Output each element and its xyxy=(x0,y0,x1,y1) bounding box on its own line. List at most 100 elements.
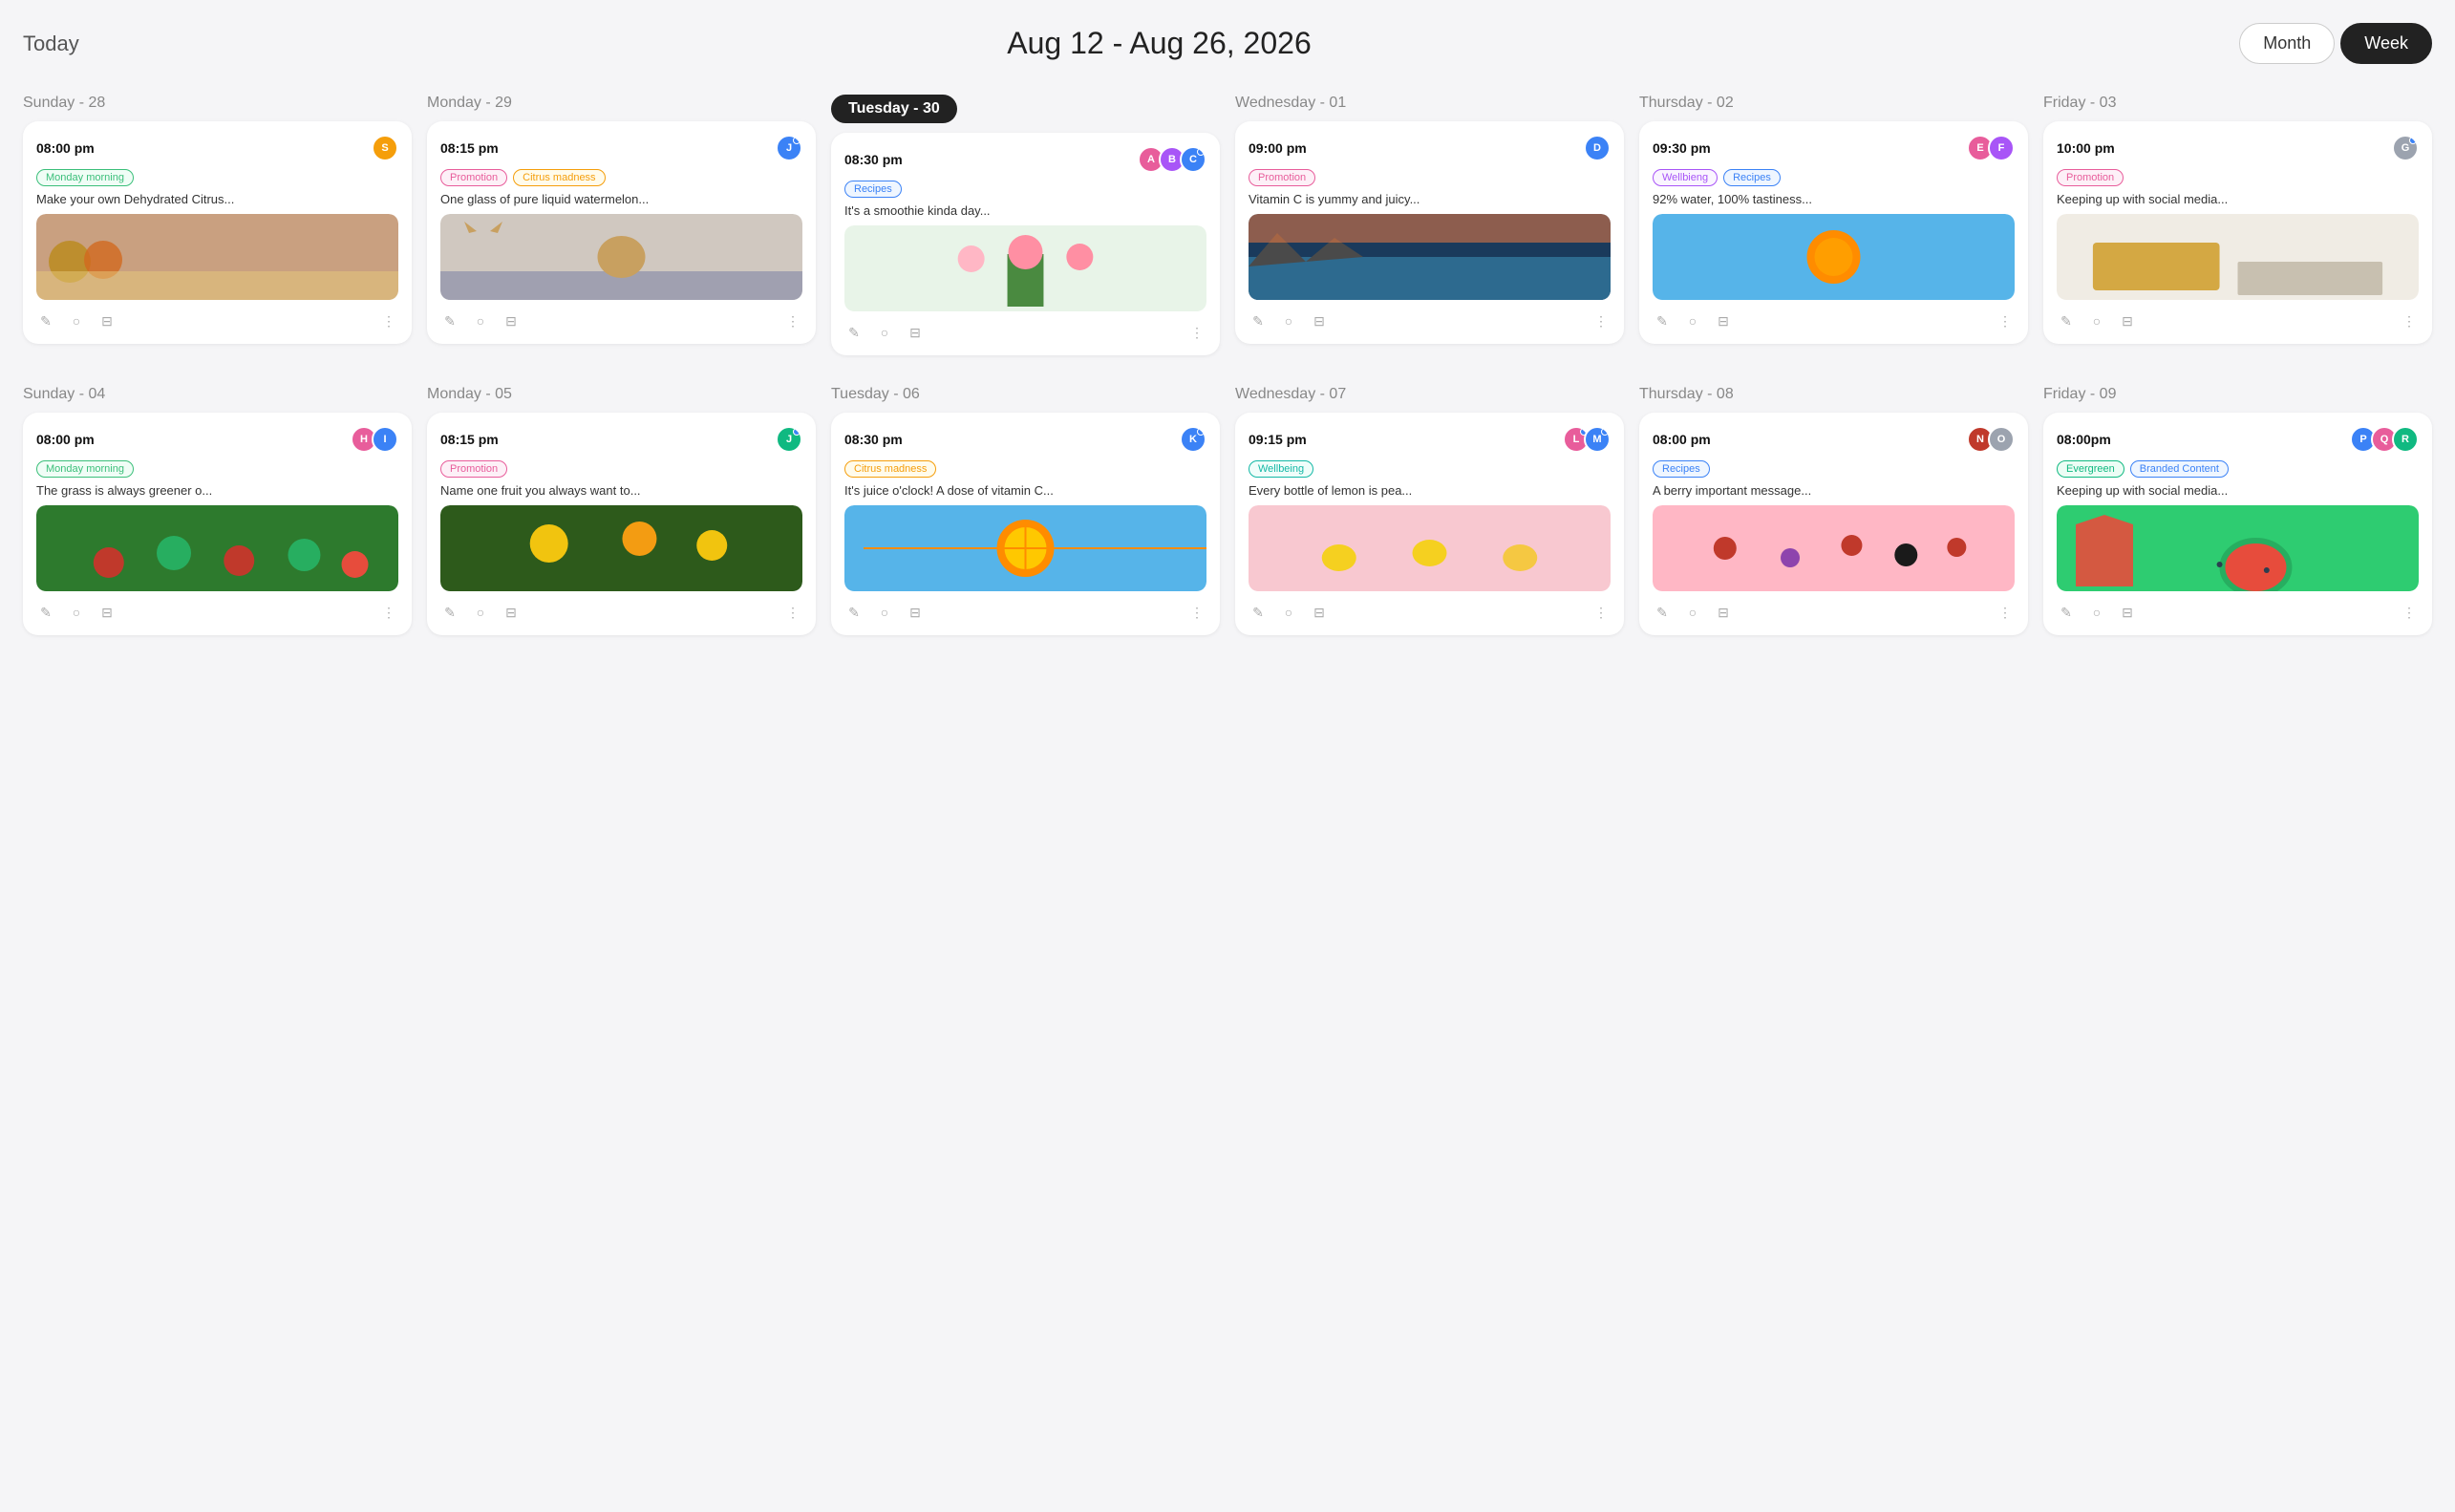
tag: Branded Content xyxy=(2130,460,2229,478)
card-0-3[interactable]: 09:00 pmDPromotionVitamin C is yummy and… xyxy=(1235,121,1624,344)
avatars-1-5: PQR xyxy=(2350,426,2419,453)
edit-icon[interactable]: ✎ xyxy=(36,603,55,622)
card-1-3[interactable]: 09:15 pmLMWellbeingEvery bottle of lemon… xyxy=(1235,413,1624,635)
edit-icon[interactable]: ✎ xyxy=(1653,603,1672,622)
tag: Promotion xyxy=(2057,169,2124,186)
edit-icon[interactable]: ✎ xyxy=(844,323,864,342)
comment-icon[interactable]: ○ xyxy=(1279,603,1298,622)
tag: Evergreen xyxy=(2057,460,2124,478)
today-button[interactable]: Today xyxy=(23,32,79,56)
card-time-0-2: 08:30 pm xyxy=(844,152,903,167)
card-1-4[interactable]: 08:00 pmNORecipesA berry important messa… xyxy=(1639,413,2028,635)
tags-1-2: Citrus madness xyxy=(844,460,1206,478)
tags-0-4: WellbiengRecipes xyxy=(1653,169,2015,186)
delete-icon[interactable]: ⊟ xyxy=(2118,311,2137,330)
avatar: C xyxy=(1180,146,1206,173)
delete-icon[interactable]: ⊟ xyxy=(1310,311,1329,330)
more-icon[interactable]: ⋮ xyxy=(1187,323,1206,342)
more-icon[interactable]: ⋮ xyxy=(379,603,398,622)
month-view-button[interactable]: Month xyxy=(2239,23,2335,64)
more-icon[interactable]: ⋮ xyxy=(2400,603,2419,622)
comment-icon[interactable]: ○ xyxy=(2087,311,2106,330)
card-img-1-5 xyxy=(2057,505,2419,591)
more-icon[interactable]: ⋮ xyxy=(2400,311,2419,330)
more-icon[interactable]: ⋮ xyxy=(1996,311,2015,330)
comment-icon[interactable]: ○ xyxy=(875,323,894,342)
comment-icon[interactable]: ○ xyxy=(67,311,86,330)
card-time-0-5: 10:00 pm xyxy=(2057,140,2115,156)
day-label-1-0: Sunday - 04 xyxy=(23,386,412,403)
edit-icon[interactable]: ✎ xyxy=(1249,311,1268,330)
card-img-0-5 xyxy=(2057,214,2419,300)
avatar: R xyxy=(2392,426,2419,453)
delete-icon[interactable]: ⊟ xyxy=(1310,603,1329,622)
more-icon[interactable]: ⋮ xyxy=(1591,603,1611,622)
delete-icon[interactable]: ⊟ xyxy=(1714,603,1733,622)
comment-icon[interactable]: ○ xyxy=(471,311,490,330)
card-0-2[interactable]: 08:30 pmABCRecipesIt's a smoothie kinda … xyxy=(831,133,1220,355)
card-0-4[interactable]: 09:30 pmEFWellbiengRecipes92% water, 100… xyxy=(1639,121,2028,344)
comment-icon[interactable]: ○ xyxy=(2087,603,2106,622)
comment-icon[interactable]: ○ xyxy=(1279,311,1298,330)
delete-icon[interactable]: ⊟ xyxy=(2118,603,2137,622)
card-header-1-5: 08:00pmPQR xyxy=(2057,426,2419,453)
more-icon[interactable]: ⋮ xyxy=(1996,603,2015,622)
card-1-5[interactable]: 08:00pmPQREvergreenBranded ContentKeepin… xyxy=(2043,413,2432,635)
comment-icon[interactable]: ○ xyxy=(471,603,490,622)
avatars-0-5: G xyxy=(2392,135,2419,161)
tags-0-2: Recipes xyxy=(844,181,1206,198)
more-icon[interactable]: ⋮ xyxy=(783,311,802,330)
more-icon[interactable]: ⋮ xyxy=(1187,603,1206,622)
comment-icon[interactable]: ○ xyxy=(875,603,894,622)
card-actions-1-5: ✎ ○ ⊟ ⋮ xyxy=(2057,599,2419,622)
comment-icon[interactable]: ○ xyxy=(1683,311,1702,330)
more-icon[interactable]: ⋮ xyxy=(1591,311,1611,330)
edit-icon[interactable]: ✎ xyxy=(844,603,864,622)
card-0-5[interactable]: 10:00 pmGPromotionKeeping up with social… xyxy=(2043,121,2432,344)
card-1-0[interactable]: 08:00 pmHIMonday morningThe grass is alw… xyxy=(23,413,412,635)
avatar: O xyxy=(1988,426,2015,453)
tag: Promotion xyxy=(1249,169,1315,186)
comment-icon[interactable]: ○ xyxy=(1683,603,1702,622)
card-header-0-3: 09:00 pmD xyxy=(1249,135,1611,161)
tag: Monday morning xyxy=(36,169,134,186)
delete-icon[interactable]: ⊟ xyxy=(1714,311,1733,330)
card-1-1[interactable]: 08:15 pmJPromotionName one fruit you alw… xyxy=(427,413,816,635)
edit-icon[interactable]: ✎ xyxy=(36,311,55,330)
delete-icon[interactable]: ⊟ xyxy=(97,603,117,622)
edit-icon[interactable]: ✎ xyxy=(2057,603,2076,622)
edit-icon[interactable]: ✎ xyxy=(1653,311,1672,330)
card-desc-0-2: It's a smoothie kinda day... xyxy=(844,203,1206,218)
edit-icon[interactable]: ✎ xyxy=(2057,311,2076,330)
tags-0-1: PromotionCitrus madness xyxy=(440,169,802,186)
avatar: G xyxy=(2392,135,2419,161)
view-toggle: Month Week xyxy=(2239,23,2432,64)
card-img-1-3 xyxy=(1249,505,1611,591)
card-0-0[interactable]: 08:00 pmSMonday morningMake your own Deh… xyxy=(23,121,412,344)
delete-icon[interactable]: ⊟ xyxy=(97,311,117,330)
avatar: K xyxy=(1180,426,1206,453)
card-actions-0-4: ✎ ○ ⊟ ⋮ xyxy=(1653,308,2015,330)
avatars-1-4: NO xyxy=(1967,426,2015,453)
more-icon[interactable]: ⋮ xyxy=(379,311,398,330)
delete-icon[interactable]: ⊟ xyxy=(502,311,521,330)
tag: Recipes xyxy=(844,181,902,198)
avatars-1-2: K xyxy=(1180,426,1206,453)
week-view-button[interactable]: Week xyxy=(2340,23,2432,64)
avatars-1-3: LM xyxy=(1563,426,1611,453)
card-0-1[interactable]: 08:15 pmJPromotionCitrus madnessOne glas… xyxy=(427,121,816,344)
edit-icon[interactable]: ✎ xyxy=(440,603,459,622)
tag: Promotion xyxy=(440,169,507,186)
tag: Monday morning xyxy=(36,460,134,478)
calendar: Sunday - 2808:00 pmSMonday morningMake y… xyxy=(23,95,2432,635)
delete-icon[interactable]: ⊟ xyxy=(906,603,925,622)
edit-icon[interactable]: ✎ xyxy=(1249,603,1268,622)
edit-icon[interactable]: ✎ xyxy=(440,311,459,330)
card-1-2[interactable]: 08:30 pmKCitrus madnessIt's juice o'cloc… xyxy=(831,413,1220,635)
comment-icon[interactable]: ○ xyxy=(67,603,86,622)
more-icon[interactable]: ⋮ xyxy=(783,603,802,622)
delete-icon[interactable]: ⊟ xyxy=(906,323,925,342)
delete-icon[interactable]: ⊟ xyxy=(502,603,521,622)
avatars-1-1: J xyxy=(776,426,802,453)
day-col-1-1: Monday - 0508:15 pmJPromotionName one fr… xyxy=(427,386,816,635)
